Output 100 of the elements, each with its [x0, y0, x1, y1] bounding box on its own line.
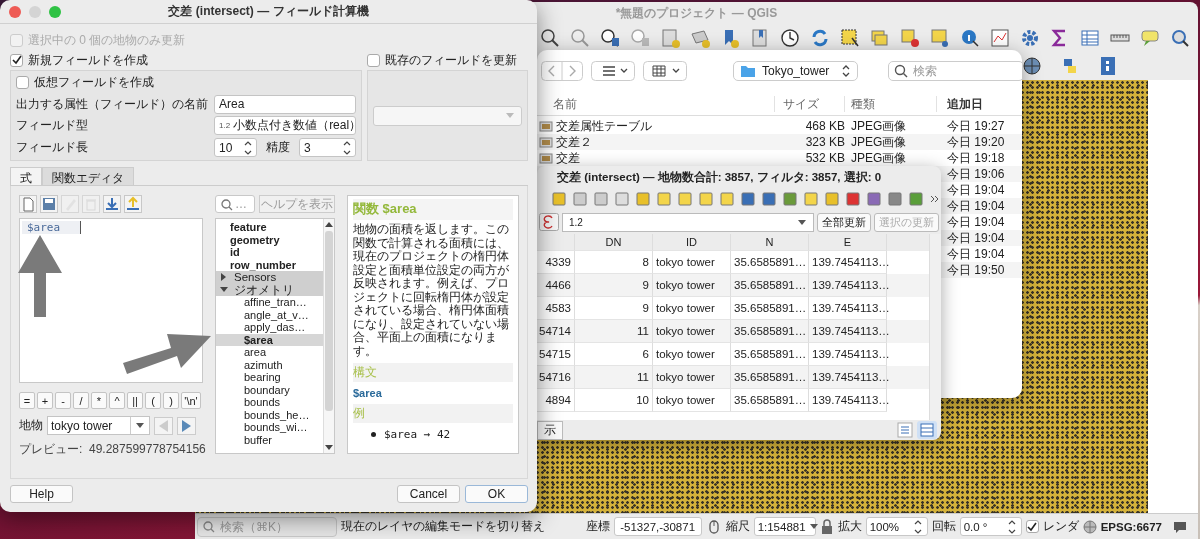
select-location-icon[interactable] — [930, 28, 950, 48]
scale-combo[interactable]: 1:154881 — [753, 517, 816, 536]
file-name[interactable]: 交差属性テーブル — [539, 117, 775, 135]
tree-item[interactable]: bearing — [216, 371, 323, 384]
book-icon[interactable] — [750, 28, 770, 48]
stepper-icon[interactable] — [242, 139, 254, 156]
tree-item[interactable]: id — [216, 246, 323, 259]
search-icon — [203, 520, 215, 533]
scrollbar[interactable] — [323, 219, 334, 453]
search-field[interactable]: 検索（⌘K） — [197, 516, 337, 537]
operator-button[interactable]: ^ — [109, 392, 125, 409]
operator-button[interactable]: = — [19, 392, 35, 409]
upload-icon[interactable] — [125, 196, 141, 212]
refresh-icon[interactable] — [810, 28, 830, 48]
tree-item[interactable]: buffer — [216, 433, 323, 446]
table-icon[interactable] — [1080, 28, 1100, 48]
tree-item[interactable]: apply_das… — [216, 321, 323, 334]
filter-button[interactable]: 示 — [537, 420, 563, 440]
column-header[interactable]: 種類 — [845, 95, 937, 112]
tab[interactable]: 式 — [10, 167, 42, 185]
magnifier-field[interactable]: 100% — [865, 517, 928, 536]
help-button[interactable]: Help — [10, 485, 73, 503]
down-arrow-icon[interactable] — [324, 444, 334, 451]
stepper-icon[interactable] — [341, 139, 353, 156]
column-header[interactable]: サイズ — [775, 95, 845, 112]
list-view-icon[interactable] — [591, 61, 635, 81]
search-field[interactable]: … — [215, 195, 255, 213]
speech-bubble-icon[interactable] — [1140, 28, 1160, 48]
tree-item[interactable]: affine_tran… — [216, 296, 323, 309]
operator-button[interactable]: / — [73, 392, 89, 409]
tree-item[interactable]: row_number — [216, 258, 323, 271]
select-rectangle-icon[interactable] — [840, 28, 860, 48]
operator-button[interactable]: * — [91, 392, 107, 409]
tree-item[interactable]: angle_at_v… — [216, 308, 323, 321]
operator-button[interactable]: + — [37, 392, 53, 409]
operator-button[interactable]: '\n' — [181, 392, 201, 409]
column-header[interactable]: DN — [575, 234, 653, 251]
coordinate-field[interactable]: -51327,-30871 — [613, 517, 702, 536]
type-combo[interactable]: 1.2 小数点付き数値（real） — [214, 116, 356, 136]
expression-editor[interactable]: $area — [19, 218, 203, 383]
grid-view-icon[interactable] — [643, 61, 687, 81]
help-book-icon[interactable] — [1098, 56, 1118, 76]
file-name[interactable]: 交差２ — [539, 133, 775, 151]
search-field[interactable]: 検索 — [888, 61, 1022, 81]
operator-button[interactable]: ) — [163, 392, 179, 409]
tree-item[interactable]: azimuth — [216, 358, 323, 371]
operator-button[interactable]: || — [127, 392, 143, 409]
download-icon[interactable] — [104, 196, 120, 212]
globe-icon[interactable] — [1022, 56, 1042, 76]
operator-button[interactable]: ( — [145, 392, 161, 409]
tree-item[interactable]: bounds_wi… — [216, 421, 323, 434]
tree-item[interactable]: bounds_he… — [216, 408, 323, 421]
clock-icon[interactable] — [780, 28, 800, 48]
gear-icon[interactable] — [1020, 28, 1040, 48]
back-forward-icon[interactable] — [541, 61, 583, 81]
checkbox[interactable] — [367, 53, 380, 67]
file-name[interactable]: 交差 — [539, 149, 775, 167]
tree-group[interactable]: Sensors — [216, 271, 323, 284]
expression-field[interactable]: 1.2 — [562, 212, 814, 232]
info-icon[interactable] — [960, 28, 980, 48]
name-field[interactable]: Area — [214, 94, 356, 114]
column-header[interactable]: ID — [653, 234, 731, 251]
layers-select-icon[interactable] — [870, 28, 890, 48]
field-combo[interactable] — [373, 105, 522, 126]
tree-item[interactable]: bounds — [216, 396, 323, 409]
window-controls-icon[interactable] — [8, 4, 62, 19]
column-header[interactable]: 名前 — [539, 95, 775, 112]
length-field[interactable]: 10 — [214, 138, 257, 158]
tree-item[interactable]: feature — [216, 221, 323, 234]
precision-field[interactable]: 3 — [299, 138, 356, 158]
ok-button[interactable]: OK — [465, 485, 528, 503]
cancel-button[interactable]: Cancel — [397, 485, 460, 503]
epsilon-icon[interactable] — [539, 213, 559, 231]
more-icon[interactable] — [929, 193, 940, 205]
zoom-layer-icon[interactable] — [600, 28, 620, 48]
zoom-gear-icon[interactable] — [1170, 28, 1190, 48]
new-file-icon[interactable] — [20, 196, 36, 212]
lock-icon[interactable] — [819, 518, 834, 535]
save-icon[interactable] — [41, 196, 57, 212]
update-button[interactable]: 全部更新 — [817, 212, 871, 232]
tree-item[interactable]: boundary — [216, 383, 323, 396]
checkbox[interactable] — [16, 76, 29, 90]
checkbox[interactable] — [1025, 520, 1039, 533]
crs-button[interactable]: EPSG:6677 — [1100, 520, 1162, 533]
checkbox[interactable] — [10, 53, 23, 67]
scrollbar[interactable] — [929, 234, 941, 420]
rotation-field[interactable]: 0.0 ° — [959, 517, 1022, 536]
folder-popup[interactable]: Tokyo_tower — [733, 61, 859, 81]
column-header[interactable]: 追加日 — [937, 95, 1019, 112]
feature-combo[interactable]: tokyo tower — [47, 416, 150, 435]
tree-item[interactable]: geometry — [216, 233, 323, 246]
operator-button[interactable]: - — [55, 392, 71, 409]
column-header[interactable]: N — [731, 234, 809, 251]
tree-item[interactable]: $area — [216, 333, 323, 346]
tree-item[interactable]: area — [216, 346, 323, 359]
table-view-icon[interactable] — [917, 421, 937, 439]
column-header[interactable]: E — [809, 234, 887, 251]
tab[interactable]: 関数エディタ — [42, 167, 134, 185]
form-view-icon[interactable] — [897, 422, 913, 438]
up-arrow-icon[interactable] — [324, 221, 334, 228]
